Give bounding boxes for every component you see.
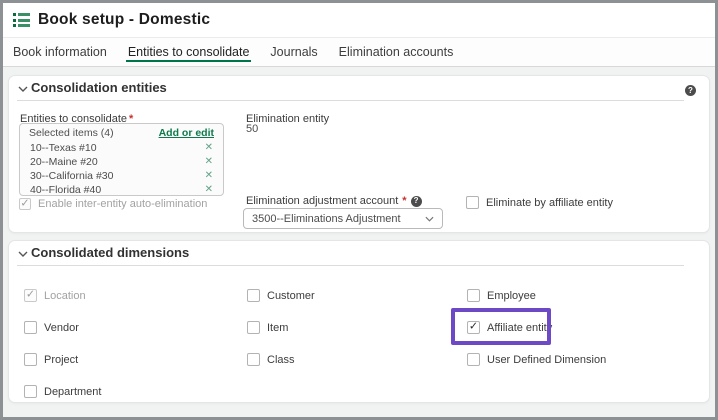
selected-items-count: Selected items (4) [29, 127, 114, 139]
entity-list-item: 10--Texas #10 ✕ [20, 141, 223, 155]
section-title: Consolidated dimensions [31, 245, 189, 260]
checkbox[interactable]: ✓ [24, 289, 37, 302]
selected-entities-listbox: Selected items (4) Add or edit 10--Texas… [19, 123, 224, 196]
checkbox[interactable] [24, 321, 37, 334]
check-icon: ✓ [26, 290, 35, 301]
page-content: Consolidation entities ? Entities to con… [3, 67, 715, 417]
checkbox-department[interactable]: Department [24, 385, 101, 398]
remove-entity-icon[interactable]: ✕ [205, 185, 213, 195]
tab-journals[interactable]: Journals [270, 38, 317, 66]
tab-label: Book information [13, 45, 107, 59]
checkbox-label: Employee [487, 290, 536, 302]
collapse-chevron-icon[interactable] [18, 86, 28, 92]
checkbox-eliminate-by-affiliate-entity[interactable]: Eliminate by affiliate entity [466, 196, 613, 209]
checkbox-employee[interactable]: Employee [467, 289, 536, 302]
field-label: Elimination entity [246, 113, 329, 125]
checkbox-label: Affiliate entity [487, 322, 552, 334]
remove-entity-icon[interactable]: ✕ [205, 157, 213, 167]
help-icon[interactable]: ? [685, 85, 696, 96]
checkbox[interactable] [467, 289, 480, 302]
page-header: Book setup - Domestic [3, 3, 715, 37]
page-title: Book setup - Domestic [38, 11, 210, 29]
app-window: Book setup - Domestic Book information E… [0, 0, 718, 420]
remove-entity-icon[interactable]: ✕ [205, 171, 213, 181]
tab-bar: Book information Entities to consolidate… [3, 37, 715, 67]
checkbox-affiliate-entity[interactable]: ✓ Affiliate entity [467, 321, 552, 334]
checkbox[interactable] [247, 321, 260, 334]
selected-option: 3500--Eliminations Adjustment [252, 213, 401, 225]
checkbox[interactable] [24, 385, 37, 398]
check-icon: ✓ [20, 198, 29, 209]
entity-name: 30--California #30 [30, 170, 113, 182]
checkbox-project[interactable]: Project [24, 353, 78, 366]
checkbox[interactable] [466, 196, 479, 209]
checkbox-label: Project [44, 354, 78, 366]
checkbox[interactable] [247, 353, 260, 366]
section-divider [17, 265, 684, 266]
checkbox-label: Eliminate by affiliate entity [486, 197, 613, 209]
checkbox[interactable] [247, 289, 260, 302]
section-divider [17, 100, 684, 101]
entity-list-item: 40--Florida #40 ✕ [20, 183, 223, 196]
entity-name: 10--Texas #10 [30, 142, 97, 154]
help-icon[interactable]: ? [411, 196, 422, 207]
checkbox-label: Enable inter-entity auto-elimination [38, 198, 207, 210]
book-setup-list-icon [13, 13, 30, 27]
tab-elimination-accounts[interactable]: Elimination accounts [339, 38, 454, 66]
checkbox-label: Item [267, 322, 288, 334]
listbox-header: Selected items (4) Add or edit [20, 124, 223, 141]
elimination-entity-label: Elimination entity [246, 109, 329, 127]
checkbox-location[interactable]: ✓ Location [24, 289, 86, 302]
checkbox-item[interactable]: Item [247, 321, 288, 334]
entity-name: 20--Maine #20 [30, 156, 98, 168]
check-icon: ✓ [469, 322, 478, 333]
tab-label: Journals [270, 45, 317, 59]
tab-book-information[interactable]: Book information [13, 38, 107, 66]
checkbox-customer[interactable]: Customer [247, 289, 315, 302]
entity-list-item: 30--California #30 ✕ [20, 169, 223, 183]
checkbox[interactable] [467, 353, 480, 366]
checkbox-enable-inter-entity-auto-elimination[interactable]: ✓ Enable inter-entity auto-elimination [19, 198, 207, 210]
checkbox-user-defined-dimension[interactable]: User Defined Dimension [467, 353, 606, 366]
checkbox-label: Location [44, 290, 86, 302]
checkbox-class[interactable]: Class [247, 353, 295, 366]
adjustment-account-select[interactable]: 3500--Eliminations Adjustment [243, 208, 443, 229]
checkbox-label: User Defined Dimension [487, 354, 606, 366]
consolidation-entities-section: Consolidation entities ? Entities to con… [8, 75, 710, 233]
collapse-chevron-icon[interactable] [18, 251, 28, 257]
field-label: Elimination adjustment account [246, 195, 398, 207]
checkbox-label: Class [267, 354, 295, 366]
checkbox-label: Vendor [44, 322, 79, 334]
required-asterisk: * [402, 195, 406, 207]
tab-label: Elimination accounts [339, 45, 454, 59]
checkbox[interactable] [24, 353, 37, 366]
checkbox-label: Customer [267, 290, 315, 302]
chevron-down-icon [425, 216, 434, 222]
entity-list-item: 20--Maine #20 ✕ [20, 155, 223, 169]
remove-entity-icon[interactable]: ✕ [205, 143, 213, 153]
consolidated-dimensions-section: Consolidated dimensions ✓ Location Vendo… [8, 240, 710, 403]
add-or-edit-link[interactable]: Add or edit [159, 127, 214, 139]
section-title: Consolidation entities [31, 80, 167, 95]
elimination-entity-value: 50 [246, 123, 258, 135]
elimination-adjustment-account-label: Elimination adjustment account * ? [246, 195, 422, 207]
tab-entities-to-consolidate[interactable]: Entities to consolidate [128, 38, 250, 66]
tab-label: Entities to consolidate [128, 45, 250, 59]
checkbox[interactable]: ✓ [467, 321, 480, 334]
active-tab-underline [126, 60, 252, 62]
checkbox-vendor[interactable]: Vendor [24, 321, 79, 334]
checkbox-label: Department [44, 386, 101, 398]
checkbox[interactable]: ✓ [19, 198, 31, 210]
entity-name: 40--Florida #40 [30, 184, 101, 196]
